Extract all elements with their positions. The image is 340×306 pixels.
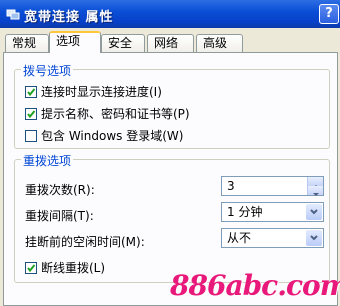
- redial-interval-label: 重拨间隔(T):: [25, 209, 94, 223]
- idle-time-select[interactable]: 从不: [221, 228, 324, 248]
- include-domain-option[interactable]: 包含 Windows 登录域(W): [25, 128, 183, 144]
- redial-attempts-value: 3: [227, 179, 235, 193]
- tab-general[interactable]: 常规: [5, 34, 49, 52]
- redial-attempts-label: 重拨次数(R):: [25, 183, 95, 197]
- prompt-credentials-option[interactable]: 提示名称、密码和证书等(P): [25, 106, 190, 122]
- redial-attempts-spinner[interactable]: 3: [221, 176, 324, 196]
- dial-options-title: 拨号选项: [21, 62, 74, 79]
- tab-advanced[interactable]: 高级: [196, 34, 243, 52]
- redial-on-drop-option[interactable]: 断线重拨(L): [25, 260, 105, 276]
- redial-options-group: 重拨选项 重拨次数(R): 3 重拨间隔(T): 1 分钟 挂断前的空闲时间(M…: [14, 152, 330, 283]
- tab-networking[interactable]: 网络: [147, 34, 194, 52]
- checkbox-redial-on-drop[interactable]: [25, 262, 37, 274]
- dial-options-group: 拨号选项 连接时显示连接进度(I) 提示名称、密码和证书等(P) 包含 Wind…: [14, 62, 330, 149]
- tab-strip: 常规 选项 安全 网络 高级: [0, 31, 340, 53]
- prompt-credentials-label: 提示名称、密码和证书等(P): [41, 107, 190, 121]
- spin-down-button[interactable]: [307, 186, 323, 196]
- check-icon: [27, 88, 36, 97]
- chevron-down-icon: [310, 209, 318, 215]
- redial-on-drop-label: 断线重拨(L): [41, 261, 106, 275]
- redial-interval-select[interactable]: 1 分钟: [221, 202, 324, 222]
- spin-up-button[interactable]: [307, 177, 323, 188]
- network-connection-icon: [6, 9, 20, 20]
- checkbox-show-progress[interactable]: [25, 86, 37, 98]
- help-button[interactable]: ?: [319, 4, 339, 24]
- dropdown-button[interactable]: [306, 230, 322, 246]
- chevron-down-icon: [310, 235, 318, 241]
- options-panel: 拨号选项 连接时显示连接进度(I) 提示名称、密码和证书等(P) 包含 Wind…: [3, 52, 338, 306]
- show-progress-option[interactable]: 连接时显示连接进度(I): [25, 84, 162, 100]
- arrow-down-icon: [313, 193, 319, 196]
- check-icon: [27, 110, 36, 119]
- idle-time-value: 从不: [227, 231, 252, 245]
- watermark: 886abc.com: [170, 269, 340, 302]
- idle-time-label: 挂断前的空闲时间(M):: [25, 235, 145, 249]
- window-title: 宽带连接 属性: [24, 10, 114, 25]
- redial-interval-value: 1 分钟: [227, 205, 263, 219]
- title-bar[interactable]: 宽带连接 属性 ?: [0, 0, 340, 28]
- tab-security[interactable]: 安全: [101, 34, 145, 52]
- redial-options-title: 重拨选项: [21, 152, 74, 169]
- show-progress-label: 连接时显示连接进度(I): [41, 85, 162, 99]
- checkbox-prompt-credentials[interactable]: [25, 108, 37, 120]
- checkbox-include-domain[interactable]: [25, 130, 37, 142]
- include-domain-label: 包含 Windows 登录域(W): [41, 129, 184, 143]
- tab-options[interactable]: 选项: [49, 31, 101, 53]
- check-icon: [27, 264, 36, 273]
- dropdown-button[interactable]: [306, 204, 322, 220]
